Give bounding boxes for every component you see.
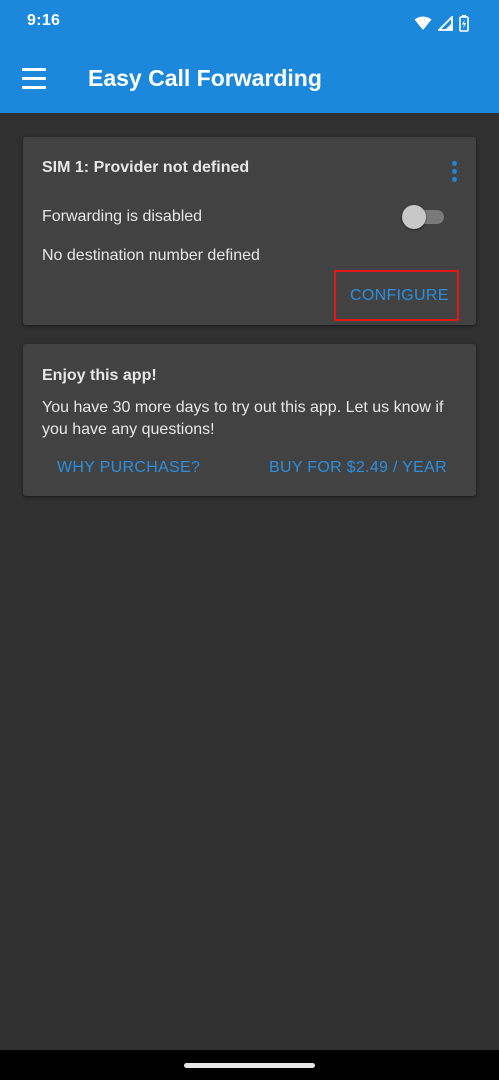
battery-charging-icon — [459, 14, 469, 32]
wifi-icon — [414, 16, 432, 30]
toggle-thumb — [402, 205, 426, 229]
sim-card: SIM 1: Provider not defined Forwarding i… — [23, 137, 476, 325]
more-vert-icon[interactable] — [450, 161, 458, 183]
screen: 9:16 Easy Call Forwarding SIM 1: Provide… — [0, 0, 499, 1080]
hamburger-menu-icon[interactable] — [22, 68, 46, 90]
trial-message: You have 30 more days to try out this ap… — [42, 399, 444, 438]
navigation-bar — [0, 1050, 499, 1080]
trial-card: Enjoy this app! You have 30 more days to… — [23, 344, 476, 496]
status-time: 9:16 — [27, 12, 61, 29]
why-purchase-button[interactable]: WHY PURCHASE? — [57, 459, 200, 477]
trial-card-title: Enjoy this app! — [42, 367, 157, 384]
forwarding-toggle[interactable] — [402, 205, 446, 229]
forwarding-status-text: Forwarding is disabled — [42, 208, 203, 225]
configure-highlight-box — [334, 270, 459, 321]
app-title: Easy Call Forwarding — [88, 65, 322, 91]
destination-text: No destination number defined — [42, 247, 260, 264]
buy-button[interactable]: BUY FOR $2.49 / YEAR — [269, 459, 447, 477]
status-bar: 9:16 — [0, 0, 499, 46]
home-gesture-handle[interactable] — [184, 1063, 315, 1068]
app-bar: Easy Call Forwarding — [0, 46, 499, 113]
status-icons — [414, 13, 469, 33]
sim-card-title: SIM 1: Provider not defined — [42, 159, 250, 176]
cell-signal-icon — [438, 15, 453, 31]
